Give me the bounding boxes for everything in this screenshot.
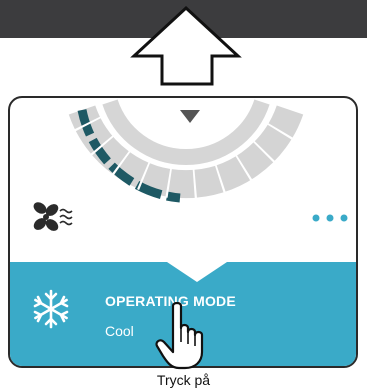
dial-marker-icon: [180, 110, 200, 123]
caption-label: Tryck på: [156, 372, 211, 388]
hand-pointer-icon: [155, 302, 204, 370]
temperature-dial[interactable]: [10, 98, 358, 208]
snowflake-icon: [33, 289, 69, 329]
fan-icon[interactable]: [30, 200, 74, 234]
more-icon[interactable]: [310, 210, 354, 226]
up-arrow-icon: [130, 5, 242, 86]
panel-notch: [167, 262, 227, 282]
operating-mode-value: Cool: [105, 323, 134, 339]
